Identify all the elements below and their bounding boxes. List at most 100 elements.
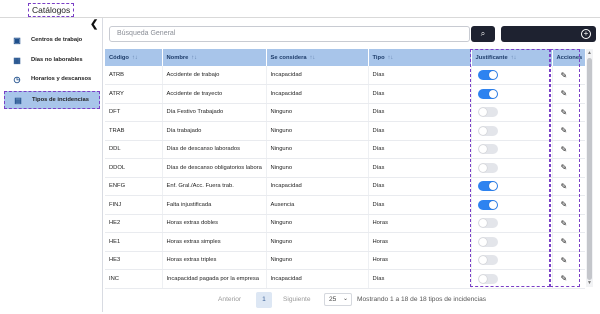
table-row[interactable]: HE3 Horas extras triples Ninguno Horas ✎ [105,251,585,270]
justificante-toggle[interactable] [477,162,498,173]
cell-code: FINJ [105,195,163,215]
cell-type: Días [368,269,472,289]
table-row[interactable]: TRAB Día trabajado Ninguno Días ✎ [105,121,585,141]
column-header-label: Tipo [372,54,385,61]
pencil-icon[interactable]: ✎ [561,126,568,135]
add-button[interactable]: + [501,26,596,42]
cell-considered: Ninguno [266,121,369,141]
search-input[interactable]: Búsqueda General [109,26,470,42]
cell-name: Incapacidad pagada por la empresa [162,269,267,289]
column-header[interactable]: Tipo ↑↓ [368,49,472,66]
cell-considered: Ninguno [266,232,369,252]
pencil-icon[interactable]: ✎ [561,182,568,191]
cell-justificante [471,177,553,196]
pencil-icon[interactable]: ✎ [561,219,568,228]
sidebar-item[interactable]: ◷ Horarios y descansos [4,70,100,88]
justificante-toggle[interactable] [477,88,498,99]
sidebar-item[interactable]: ▣ Centros de trabajo [4,31,100,49]
sidebar-item[interactable]: ▦ Días no laborables [4,51,100,69]
page-size-select[interactable]: 25 ⌄ [324,293,352,306]
cell-actions: ✎ [552,84,585,104]
page-size-value: 25 [329,296,337,303]
search-icon: ⌕ [480,29,486,38]
cell-code: DDOL [105,158,163,178]
sort-icon[interactable]: ↑↓ [310,55,316,61]
cell-considered: Ninguno [266,140,369,159]
cell-type: Días [368,195,472,215]
pencil-icon[interactable]: ✎ [561,163,568,172]
cell-actions: ✎ [552,158,585,178]
cell-considered: Incapacidad [266,269,369,289]
column-header[interactable]: Acciones [552,49,585,66]
column-header[interactable]: Nombre ↑↓ [162,49,267,66]
pencil-icon[interactable]: ✎ [561,200,568,209]
pencil-icon[interactable]: ✎ [561,89,568,98]
justificante-toggle[interactable] [477,255,498,266]
pencil-icon[interactable]: ✎ [561,256,568,265]
justificante-toggle[interactable] [477,125,498,136]
chevron-left-icon[interactable]: ❮ [90,19,98,30]
justificante-toggle[interactable] [477,236,498,247]
table-row[interactable]: INC Incapacidad pagada por la empresa Inca… [105,269,585,289]
pencil-icon[interactable]: ✎ [561,274,568,283]
sidebar-item[interactable]: ▤ Tipos de incidencias [4,91,100,109]
cell-justificante [471,232,553,252]
justificante-toggle[interactable] [477,70,498,80]
table-row[interactable]: ENFG Enf. Gral./Acc. Fuera trab. Incapacid… [105,177,585,196]
cell-considered: Ninguno [266,158,369,178]
cell-justificante [471,214,553,233]
cell-considered: Ninguno [266,251,369,270]
cell-considered: Incapacidad [266,84,369,104]
clock-icon: ◷ [13,74,21,84]
table-row[interactable]: ATRB Accidente de trabajo Incapacidad Días ✎ [105,66,585,85]
chevron-down-icon: ⌄ [342,296,348,302]
table-row[interactable]: DDOL Días de descanso obligatorios labora… [105,158,585,178]
scrollbar-thumb[interactable] [587,58,592,280]
search-button[interactable]: ⌕ [471,26,495,42]
sort-icon[interactable]: ↑↓ [132,55,138,61]
table-row[interactable]: HE2 Horas extras dobles Ninguno Horas ✎ [105,214,585,233]
column-header[interactable]: Se considera ↑↓ [266,49,369,66]
cell-actions: ✎ [552,121,585,141]
cell-name: Horas extras triples [162,251,267,270]
column-header-label: Nombre [166,54,189,61]
calendar-icon: ▦ [13,55,21,65]
pencil-icon[interactable]: ✎ [561,145,568,154]
scroll-down-icon[interactable]: ▼ [587,280,592,286]
justificante-toggle[interactable] [477,181,498,192]
scroll-up-icon[interactable]: ▲ [587,50,592,56]
pencil-icon[interactable]: ✎ [561,237,568,246]
cell-code: HE1 [105,232,163,252]
table-row[interactable]: DDL Días de descanso laborados Ninguno Días… [105,140,585,159]
current-page-button[interactable]: 1 [256,292,272,308]
justificante-toggle[interactable] [477,199,498,210]
cell-type: Días [368,121,472,141]
cell-type: Horas [368,251,472,270]
sort-icon[interactable]: ↑↓ [388,55,394,61]
cell-type: Días [368,158,472,178]
cell-actions: ✎ [552,177,585,196]
pencil-icon[interactable]: ✎ [561,71,568,80]
justificante-toggle[interactable] [477,107,498,118]
column-header[interactable]: Código ↑↓ [105,49,163,66]
cell-type: Días [368,140,472,159]
column-header-label: Se considera [270,54,307,61]
previous-page-button[interactable]: Anterior [218,296,241,303]
table-row[interactable]: ATRY Accidente de trayecto Incapacidad Días… [105,84,585,104]
justificante-toggle[interactable] [477,144,498,155]
table-row[interactable]: FINJ Falta injustificada Ausencia Días ✎ [105,195,585,215]
column-header[interactable]: Justificante ↑↓ [471,49,553,66]
table-row[interactable]: DFT Día Festivo Trabajado Ninguno Días ✎ [105,103,585,122]
justificante-toggle[interactable] [477,273,498,284]
cell-considered: Ninguno [266,103,369,122]
justificante-toggle[interactable] [477,218,498,229]
sort-icon[interactable]: ↑↓ [191,55,197,61]
pencil-icon[interactable]: ✎ [561,108,568,117]
cell-name: Enf. Gral./Acc. Fuera trab. [162,177,267,196]
table-row[interactable]: HE1 Horas extras simples Ninguno Horas ✎ [105,232,585,252]
cell-type: Días [368,177,472,196]
cell-name: Horas extras simples [162,232,267,252]
cell-justificante [471,103,553,122]
next-page-button[interactable]: Siguiente [283,296,311,303]
sort-icon[interactable]: ↑↓ [511,55,517,61]
